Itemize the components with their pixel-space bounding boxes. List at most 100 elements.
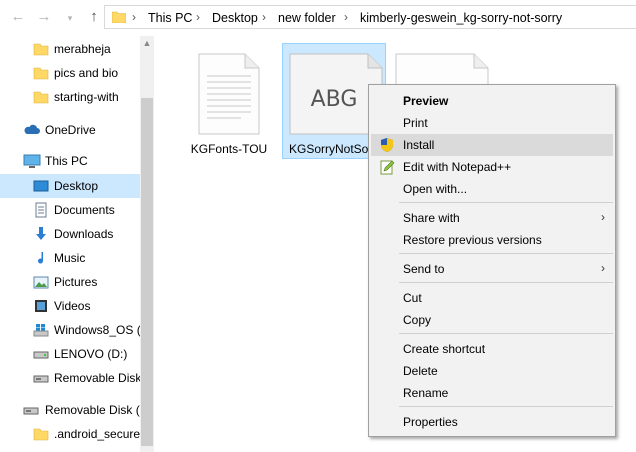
menu-item-label: Preview (403, 94, 449, 108)
folder-icon (33, 41, 49, 57)
documents-icon (33, 202, 49, 218)
font-preview-text: ABG (311, 87, 358, 112)
sidebar-item-windows8-os[interactable]: Windows8_OS (C (0, 318, 149, 342)
sidebar-item-starting-with[interactable]: starting-with (0, 85, 140, 109)
notepad-plus-icon (379, 159, 395, 175)
menu-item-send-to[interactable]: Send to › (371, 258, 613, 280)
sidebar-item-onedrive[interactable]: OneDrive (0, 118, 140, 142)
sidebar-item-documents[interactable]: Documents (0, 198, 140, 222)
menu-item-share-with[interactable]: Share with › (371, 207, 613, 229)
sidebar-item-downloads[interactable]: Downloads (0, 222, 140, 246)
breadcrumb-separator-icon[interactable]: › (196, 10, 200, 24)
breadcrumb-current-folder[interactable]: kimberly-geswein_kg-sorry-not-sorry (360, 11, 562, 25)
forward-arrow-icon[interactable]: → (36, 8, 52, 26)
music-icon (33, 250, 49, 266)
file-item-kgfonts-tou[interactable]: KGFonts-TOU (177, 44, 281, 160)
menu-separator (399, 282, 613, 283)
menu-item-restore-previous-versions[interactable]: Restore previous versions (371, 229, 613, 251)
folder-icon (33, 89, 49, 105)
sidebar-item-label: Documents (54, 203, 115, 217)
menu-item-label: Delete (403, 364, 438, 378)
menu-item-label: Rename (403, 386, 449, 400)
sidebar-item-desktop[interactable]: Desktop (0, 174, 140, 198)
file-name: KGFonts-TOU (190, 142, 268, 156)
sidebar-item-label: Music (54, 251, 86, 265)
menu-item-install[interactable]: Install (371, 134, 613, 156)
menu-item-open-with[interactable]: Open with... (371, 178, 613, 200)
scroll-up-arrow-icon[interactable]: ▲ (140, 38, 154, 48)
folder-icon (111, 11, 127, 26)
address-bar[interactable]: › This PC › Desktop › new folder › kimbe… (104, 5, 636, 29)
folder-icon (33, 65, 49, 81)
navigation-bar: ← → ▾ ↑ › This PC › Desktop › new folder… (0, 0, 636, 36)
sidebar-item-pics-and-bio[interactable]: pics and bio (0, 61, 140, 85)
up-arrow-icon[interactable]: ↑ (86, 8, 102, 26)
computer-icon (23, 153, 41, 169)
sidebar-item-pictures[interactable]: Pictures (0, 270, 140, 294)
sidebar-item-android-secure[interactable]: .android_secure (0, 422, 140, 446)
menu-separator (399, 202, 613, 203)
menu-item-label: Install (403, 138, 435, 152)
sidebar-item-label: Pictures (54, 275, 98, 289)
menu-item-label: Properties (403, 415, 458, 429)
menu-item-create-shortcut[interactable]: Create shortcut (371, 338, 613, 360)
menu-item-properties[interactable]: Properties (371, 411, 613, 433)
sidebar-item-videos[interactable]: Videos (0, 294, 140, 318)
sidebar-item-removable-disk[interactable]: Removable Disk (0, 366, 142, 390)
menu-item-label: Copy (403, 313, 432, 327)
drive-icon (33, 346, 49, 362)
menu-item-label: Open with... (403, 182, 468, 196)
sidebar-item-removable-disk-f[interactable]: Removable Disk (F (0, 398, 147, 422)
navigation-pane: merabheja pics and bio starting-with One… (0, 36, 154, 452)
download-icon (33, 226, 49, 242)
sidebar-item-merabheja[interactable]: merabheja (0, 37, 140, 61)
sidebar-item-label: Removable Disk (54, 371, 142, 385)
sidebar-item-label: .android_secure (54, 427, 141, 441)
sidebar-item-label: Removable Disk (F (45, 403, 148, 417)
sidebar-scrollbar[interactable]: ▲ (140, 36, 154, 452)
sidebar-item-this-pc[interactable]: This PC (0, 149, 140, 173)
menu-item-rename[interactable]: Rename (371, 382, 613, 404)
breadcrumb-separator-icon[interactable]: › (132, 10, 136, 24)
sidebar-item-label: Downloads (54, 227, 114, 241)
sidebar-item-label: Windows8_OS (C (54, 323, 150, 337)
breadcrumb-this-pc[interactable]: This PC (148, 11, 192, 25)
menu-separator (399, 333, 613, 334)
windows-drive-icon (33, 322, 49, 338)
videos-icon (33, 298, 49, 314)
breadcrumb-separator-icon[interactable]: › (344, 10, 348, 24)
submenu-chevron-right-icon: › (601, 210, 605, 224)
recent-locations-chevron-icon[interactable]: ▾ (62, 9, 78, 27)
menu-item-label: Restore previous versions (403, 233, 542, 247)
menu-item-print[interactable]: Print (371, 112, 613, 134)
breadcrumb-new-folder[interactable]: new folder (278, 11, 336, 25)
menu-item-cut[interactable]: Cut (371, 287, 613, 309)
context-menu: Preview Print Install Edit with Notepad+… (368, 84, 616, 437)
menu-item-label: Share with (403, 211, 460, 225)
sidebar-item-label: Videos (54, 299, 91, 313)
shield-icon (379, 137, 395, 153)
cloud-icon (23, 122, 40, 138)
menu-item-label: Edit with Notepad++ (403, 160, 512, 174)
desktop-icon (33, 178, 49, 194)
folder-icon (33, 426, 49, 442)
sidebar-item-label: starting-with (54, 90, 119, 104)
sidebar-item-lenovo-d[interactable]: LENOVO (D:) (0, 342, 140, 366)
menu-item-preview[interactable]: Preview (371, 90, 613, 112)
menu-item-edit-with-notepad[interactable]: Edit with Notepad++ (371, 156, 613, 178)
back-arrow-icon[interactable]: ← (10, 8, 26, 26)
breadcrumb-separator-icon[interactable]: › (262, 10, 266, 24)
scrollbar-thumb[interactable] (141, 98, 153, 446)
menu-item-label: Cut (403, 291, 422, 305)
sidebar-item-music[interactable]: Music (0, 246, 140, 270)
menu-item-delete[interactable]: Delete (371, 360, 613, 382)
menu-separator (399, 406, 613, 407)
menu-item-copy[interactable]: Copy (371, 309, 613, 331)
pictures-icon (33, 274, 49, 290)
usb-drive-icon (23, 402, 39, 418)
usb-drive-icon (33, 370, 49, 386)
sidebar-item-label: OneDrive (45, 123, 96, 137)
breadcrumb-desktop[interactable]: Desktop (212, 11, 258, 25)
submenu-chevron-right-icon: › (601, 261, 605, 275)
sidebar-item-label: LENOVO (D:) (54, 347, 128, 361)
